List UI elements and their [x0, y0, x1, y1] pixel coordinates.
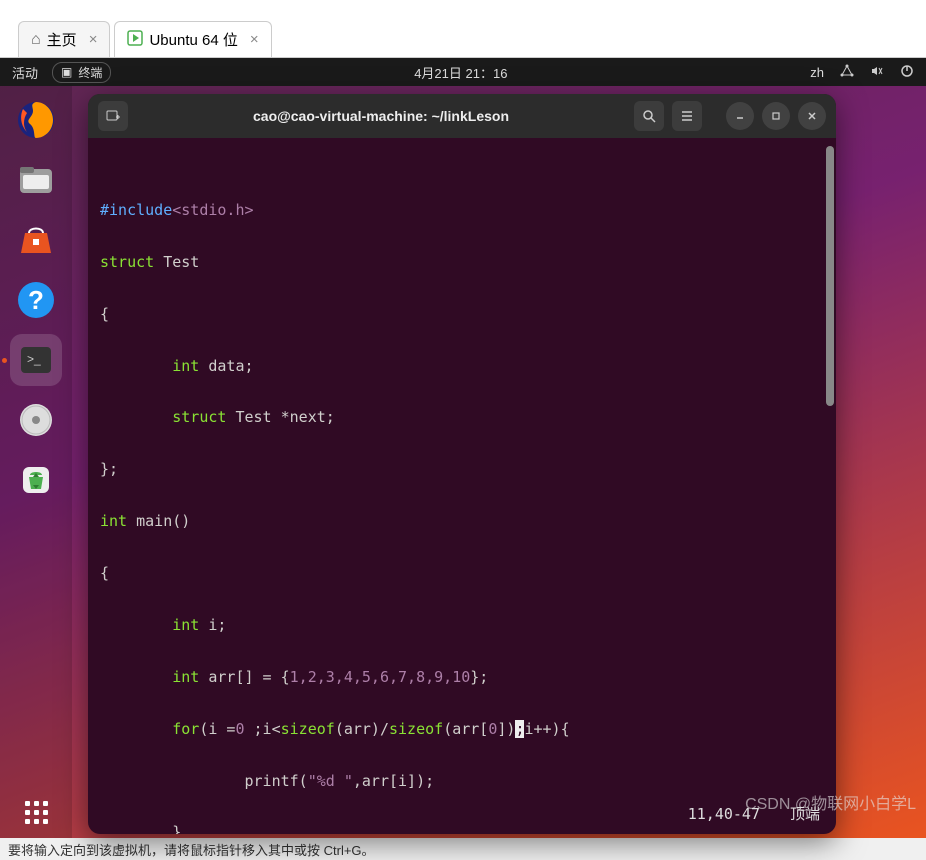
firefox-icon[interactable] — [10, 94, 62, 146]
code-line: #include<stdio.h> — [100, 201, 254, 219]
code-line: struct Test — [100, 253, 199, 271]
terminal-launcher-icon[interactable]: >_ — [10, 334, 62, 386]
terminal-body[interactable]: #include<stdio.h> struct Test { int data… — [88, 138, 836, 834]
code-line: int main() — [100, 512, 190, 530]
vim-status: 11,40-47 顶端 — [688, 802, 820, 828]
terminal-window: cao@cao-virtual-machine: ~/linkLeson #in… — [88, 94, 836, 834]
close-button[interactable] — [798, 102, 826, 130]
tab-home-label: 主页 — [47, 29, 77, 50]
help-icon[interactable]: ? — [10, 274, 62, 326]
code-line: for(i =0 ;i<sizeof(arr)/sizeof(arr[0]);i… — [100, 720, 570, 738]
minimize-button[interactable] — [726, 102, 754, 130]
apps-grid-icon[interactable] — [10, 786, 62, 838]
vmware-statusbar: 要将输入定向到该虚拟机，请将鼠标指针移入其中或按 Ctrl+G。 — [0, 838, 926, 860]
software-icon[interactable] — [10, 214, 62, 266]
search-button[interactable] — [634, 101, 664, 131]
svg-text:>_: >_ — [27, 352, 41, 366]
ime-indicator[interactable]: zh — [810, 65, 824, 80]
files-icon[interactable] — [10, 154, 62, 206]
network-icon[interactable] — [840, 64, 854, 81]
terminal-icon: ▣ — [61, 65, 72, 79]
gnome-topbar: 活动 ▣ 终端 4月21日 21：16 zh — [0, 58, 926, 86]
vmware-tab-bar: ⌂ 主页 × Ubuntu 64 位 × — [0, 0, 926, 58]
code-line: { — [100, 564, 109, 582]
new-tab-button[interactable] — [98, 101, 128, 131]
app-indicator[interactable]: ▣ 终端 — [52, 62, 111, 83]
close-icon[interactable]: × — [250, 31, 259, 48]
code-line: int data; — [100, 357, 254, 375]
ubuntu-desktop: 活动 ▣ 终端 4月21日 21：16 zh — [0, 58, 926, 838]
close-icon[interactable]: × — [89, 31, 98, 48]
dock: ? >_ — [0, 86, 72, 838]
svg-text:?: ? — [28, 285, 44, 315]
code-line: { — [100, 305, 109, 323]
cursor-position: 11,40-47 — [688, 802, 760, 828]
play-icon — [127, 30, 143, 50]
clock[interactable]: 4月21日 21：16 — [111, 63, 810, 82]
activities-button[interactable]: 活动 — [12, 63, 38, 82]
trash-icon[interactable] — [10, 454, 62, 506]
disk-icon[interactable] — [10, 394, 62, 446]
app-indicator-label: 终端 — [78, 64, 102, 81]
tab-ubuntu-label: Ubuntu 64 位 — [149, 29, 237, 50]
home-icon: ⌂ — [31, 31, 41, 49]
power-icon[interactable] — [900, 64, 914, 81]
scroll-position: 顶端 — [790, 802, 820, 828]
code-line: } — [100, 823, 181, 834]
code-line: int arr[] = {1,2,3,4,5,6,7,8,9,10}; — [100, 668, 488, 686]
volume-icon[interactable] — [870, 64, 884, 81]
tab-home[interactable]: ⌂ 主页 × — [18, 21, 110, 57]
scrollbar[interactable] — [826, 146, 834, 406]
terminal-title: cao@cao-virtual-machine: ~/linkLeson — [136, 108, 626, 124]
code-line: struct Test *next; — [100, 408, 335, 426]
maximize-button[interactable] — [762, 102, 790, 130]
tab-ubuntu[interactable]: Ubuntu 64 位 × — [114, 21, 271, 57]
menu-button[interactable] — [672, 101, 702, 131]
code-line: printf("%d ",arr[i]); — [100, 772, 434, 790]
terminal-header[interactable]: cao@cao-virtual-machine: ~/linkLeson — [88, 94, 836, 138]
code-line: }; — [100, 460, 118, 478]
code-line: int i; — [100, 616, 226, 634]
